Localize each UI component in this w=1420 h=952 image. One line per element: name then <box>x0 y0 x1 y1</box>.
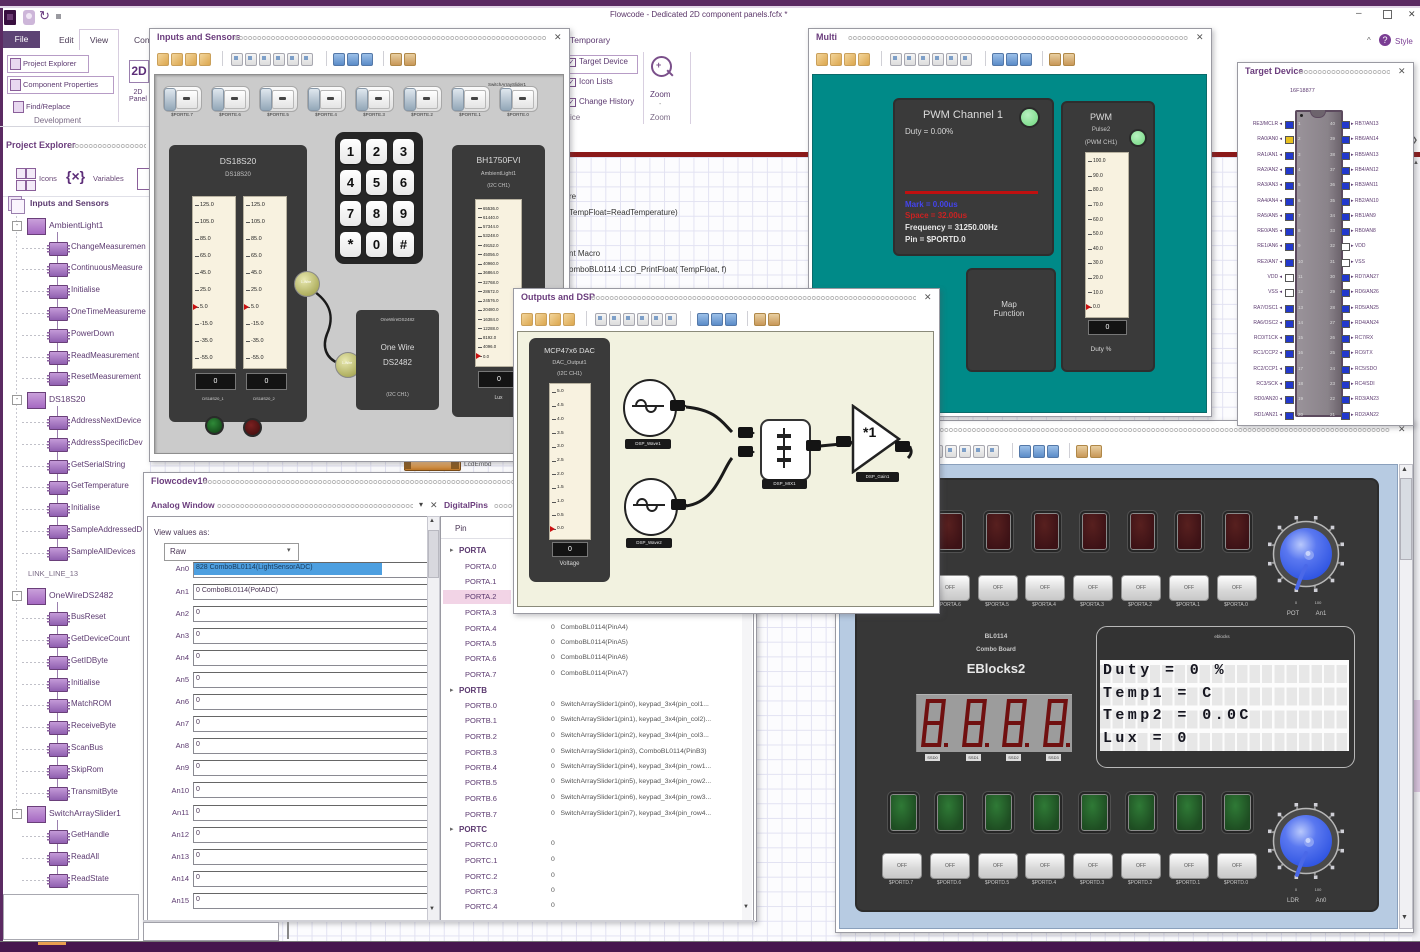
svg-text:*1: *1 <box>863 424 876 440</box>
